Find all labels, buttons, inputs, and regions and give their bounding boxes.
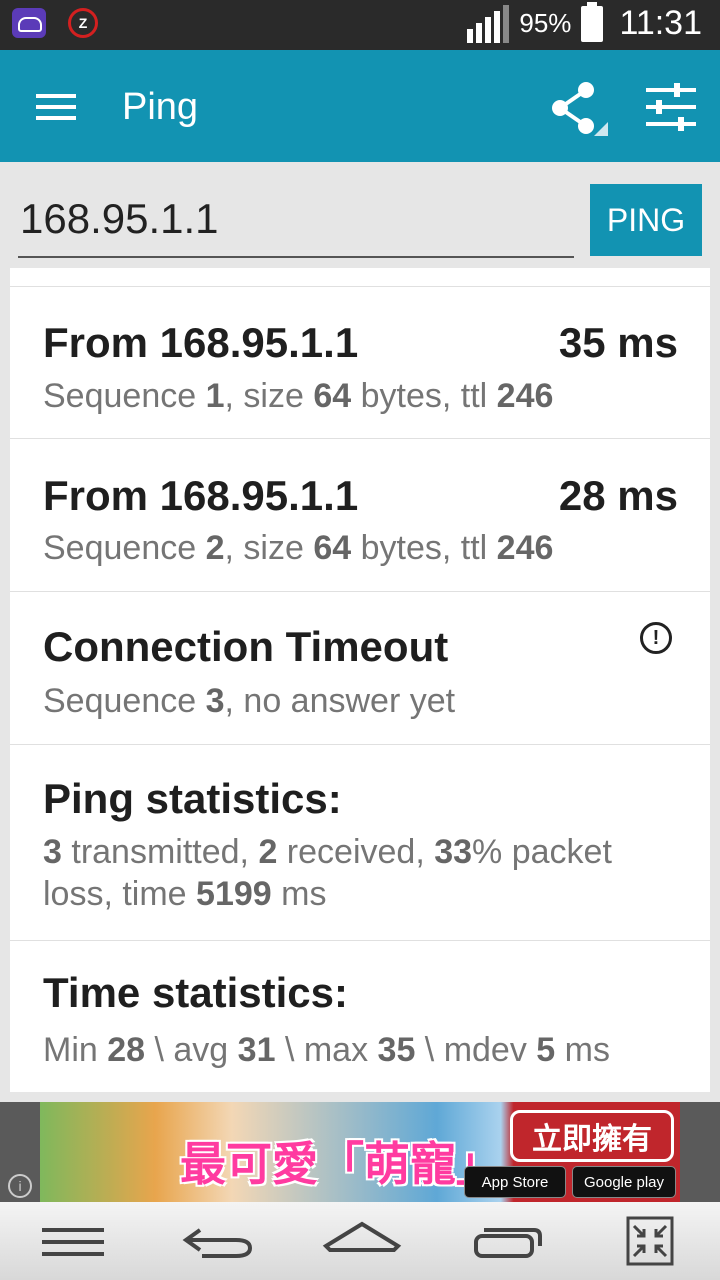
time-statistics-details: Min 28 \ avg 31 \ max 35 \ mdev 5 ms bbox=[43, 1031, 610, 1069]
status-bar: Z 95% 11:31 bbox=[0, 0, 720, 50]
ad-banner[interactable]: 最可愛「萌寵」 立即擁有 App Store Google play bbox=[40, 1102, 680, 1202]
home-icon bbox=[322, 1221, 402, 1252]
share-icon[interactable] bbox=[548, 80, 610, 136]
host-input[interactable] bbox=[18, 182, 574, 258]
tune-icon[interactable] bbox=[644, 82, 698, 132]
results-list[interactable]: From 168.95.1.1 35 ms Sequence 1, size 6… bbox=[10, 268, 710, 1092]
fullscreen-exit-icon bbox=[626, 1216, 674, 1266]
timeout-title: Connection Timeout bbox=[43, 623, 449, 670]
reply-details: Sequence 2, size 64 bytes, ttl 246 bbox=[43, 529, 554, 567]
reply-item: From 168.95.1.1 35 ms Sequence 1, size 6… bbox=[10, 287, 710, 439]
ad-headline: 最可愛「萌寵」 bbox=[180, 1137, 502, 1191]
reply-item: From 168.95.1.1 28 ms Sequence 2, size 6… bbox=[10, 439, 710, 592]
host-input-row: PING bbox=[0, 162, 720, 268]
app-bar: Ping bbox=[0, 50, 720, 162]
ad-cta-button[interactable]: 立即擁有 bbox=[510, 1110, 674, 1162]
ping-button[interactable]: PING bbox=[590, 184, 702, 256]
ping-statistics-title: Ping statistics: bbox=[43, 775, 342, 822]
recents-button[interactable] bbox=[466, 1216, 546, 1266]
ad-info-icon[interactable]: i bbox=[8, 1174, 32, 1198]
navigation-bar bbox=[0, 1202, 720, 1280]
home-button[interactable] bbox=[322, 1216, 402, 1266]
page-title: Ping bbox=[122, 86, 199, 128]
app-store-badge[interactable]: App Store bbox=[464, 1166, 566, 1198]
ad-strip: i 最可愛「萌寵」 立即擁有 App Store Google play bbox=[0, 1102, 720, 1202]
battery-percent: 95% bbox=[519, 8, 572, 38]
clock: 11:31 bbox=[619, 4, 702, 42]
reply-title: From 168.95.1.1 bbox=[43, 472, 359, 519]
reply-time: 28 ms bbox=[558, 472, 678, 519]
google-play-badge[interactable]: Google play bbox=[572, 1166, 676, 1198]
back-button[interactable] bbox=[178, 1216, 258, 1266]
ping-statistics: Ping statistics: 3 transmitted, 2 receiv… bbox=[10, 745, 710, 941]
reply-title: From 168.95.1.1 bbox=[43, 319, 359, 366]
time-statistics-title: Time statistics: bbox=[43, 969, 349, 1016]
time-statistics: Time statistics: Min 28 \ avg 31 \ max 3… bbox=[10, 941, 710, 1092]
timeout-item: Connection Timeout ! Sequence 3, no answ… bbox=[10, 592, 710, 745]
signal-icon bbox=[467, 4, 510, 43]
fullscreen-button[interactable] bbox=[610, 1216, 690, 1266]
reply-details: Sequence 1, size 64 bytes, ttl 246 bbox=[43, 377, 554, 415]
nav-menu-icon bbox=[42, 1228, 104, 1256]
recents-icon bbox=[474, 1228, 542, 1258]
alarm-icon: Z bbox=[68, 8, 98, 38]
cloud-notification-icon bbox=[12, 8, 46, 38]
back-arrow-icon bbox=[182, 1228, 253, 1258]
menu-button[interactable] bbox=[34, 1216, 114, 1266]
battery-icon bbox=[581, 1, 604, 42]
menu-icon[interactable] bbox=[36, 94, 76, 120]
timeout-details: Sequence 3, no answer yet bbox=[43, 682, 456, 720]
reply-time: 35 ms bbox=[558, 319, 678, 366]
warning-icon: ! bbox=[640, 622, 672, 654]
ping-statistics-details: 3 transmitted, 2 received, 33% packet los… bbox=[43, 833, 612, 913]
